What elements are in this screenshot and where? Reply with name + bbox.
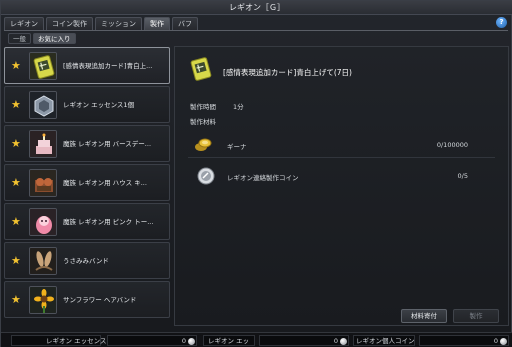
tab-legion[interactable]: レギオン	[4, 17, 44, 30]
list-item-label: うさみみバンド	[63, 257, 109, 265]
list-item-label: [感情表現追加カード]青白上...	[63, 62, 153, 70]
currency-label: レギオン エッセンス	[46, 337, 107, 345]
bunny-ears-icon	[29, 247, 57, 275]
list-item[interactable]: ★ 魔族 レギオン用 ハウス キ...	[4, 164, 170, 201]
subtab-favorites[interactable]: お気に入り	[33, 33, 76, 44]
list-item-label: 魔族 レギオン用 ピンク トー...	[63, 218, 154, 226]
favorite-star-icon[interactable]: ★	[11, 255, 21, 266]
house-kit-icon	[29, 169, 57, 197]
emote-card-icon	[188, 56, 214, 82]
essence-coin-icon	[188, 338, 195, 345]
currency-value-box: 0	[259, 335, 349, 346]
help-icon[interactable]: ?	[496, 17, 507, 28]
materials-label: 製作材料	[190, 118, 216, 126]
list-item[interactable]: ★ 魔族 レギオン用 バースデー...	[4, 125, 170, 162]
tab-divider	[4, 30, 508, 31]
material-divider	[188, 157, 495, 158]
list-item[interactable]: ★ サンフラワー ヘアバンド	[4, 281, 170, 318]
material-count: 0/100000	[436, 141, 468, 149]
birthday-cake-icon	[29, 130, 57, 158]
list-item-label: サンフラワー ヘアバンド	[63, 296, 137, 304]
list-item-label: レギオン エッセンス1個	[63, 101, 135, 109]
material-count: 0/5	[457, 172, 468, 180]
favorite-star-icon[interactable]: ★	[11, 294, 21, 305]
recipe-title: [感情表現追加カード]青白上げて(7日)	[223, 68, 352, 77]
main-tabs: レギオン コイン製作 ミッション 製作 バフ	[4, 17, 198, 30]
favorite-star-icon[interactable]: ★	[11, 177, 21, 188]
craft-time-label: 製作時間	[190, 103, 216, 111]
sunflower-icon	[29, 286, 57, 314]
currency-label-box: レギオン エッセンス	[11, 335, 106, 346]
material-name: レギオン連絡製作コイン	[227, 174, 299, 182]
list-item[interactable]: ★ 魔族 レギオン用 ピンク トー...	[4, 203, 170, 240]
list-item-label: 魔族 レギオン用 ハウス キ...	[63, 179, 147, 187]
personal-coin-icon	[500, 338, 507, 345]
recipe-detail-panel: [感情表現追加カード]青白上げて(7日) 製作時間 1分 製作材料 ギーナ 0/…	[174, 46, 509, 326]
emote-card-icon	[29, 52, 57, 80]
currency-value: 0	[333, 337, 338, 345]
tab-buff[interactable]: バフ	[172, 17, 198, 30]
currency-label: レギオン エッ	[208, 337, 250, 345]
legion-coin-small-icon	[340, 338, 347, 345]
list-item-label: 魔族 レギオン用 バースデー...	[63, 140, 152, 148]
currency-value: 0	[493, 337, 498, 345]
currency-label-box: レギオン エッ	[203, 335, 255, 346]
list-item[interactable]: ★ [感情表現追加カード]青白上...	[4, 47, 170, 84]
favorite-star-icon[interactable]: ★	[11, 60, 21, 71]
currency-bar: レギオン エッセンス 0 レギオン エッ 0 レギオン個人コイン 0	[1, 332, 512, 347]
list-item[interactable]: ★ レギオン エッセンス1個	[4, 86, 170, 123]
tab-craft[interactable]: 製作	[144, 17, 170, 30]
currency-label: レギオン個人コイン	[356, 337, 415, 345]
list-item[interactable]: ★ うさみみバンド	[4, 242, 170, 279]
currency-label-box: レギオン個人コイン	[353, 335, 415, 346]
material-name: ギーナ	[227, 143, 247, 151]
favorite-star-icon[interactable]: ★	[11, 138, 21, 149]
donate-materials-button[interactable]: 材料寄付	[401, 309, 447, 323]
legion-window: レギオン［Ｇ］ レギオン コイン製作 ミッション 製作 バフ ? 一般 お気に入…	[0, 0, 512, 347]
recipe-list: ★ [感情表現追加カード]青白上... ★ レギオン エッセンス1個 ★ 魔族 …	[4, 46, 172, 322]
currency-value-box: 0	[419, 335, 509, 346]
legion-essence-icon	[29, 91, 57, 119]
tab-coin-craft[interactable]: コイン製作	[46, 17, 93, 30]
sub-tabs: 一般 お気に入り	[8, 33, 76, 44]
favorite-star-icon[interactable]: ★	[11, 99, 21, 110]
craft-button[interactable]: 製作	[453, 309, 499, 323]
pink-doll-icon	[29, 208, 57, 236]
kinah-coin-icon	[194, 135, 212, 153]
craft-time-value: 1分	[233, 103, 244, 111]
favorite-star-icon[interactable]: ★	[11, 216, 21, 227]
tab-mission[interactable]: ミッション	[95, 17, 142, 30]
currency-value-box: 0	[107, 335, 197, 346]
subtab-general[interactable]: 一般	[8, 33, 31, 44]
currency-value: 0	[181, 337, 186, 345]
legion-coin-icon	[197, 167, 215, 185]
window-title: レギオン［Ｇ］	[1, 1, 512, 15]
